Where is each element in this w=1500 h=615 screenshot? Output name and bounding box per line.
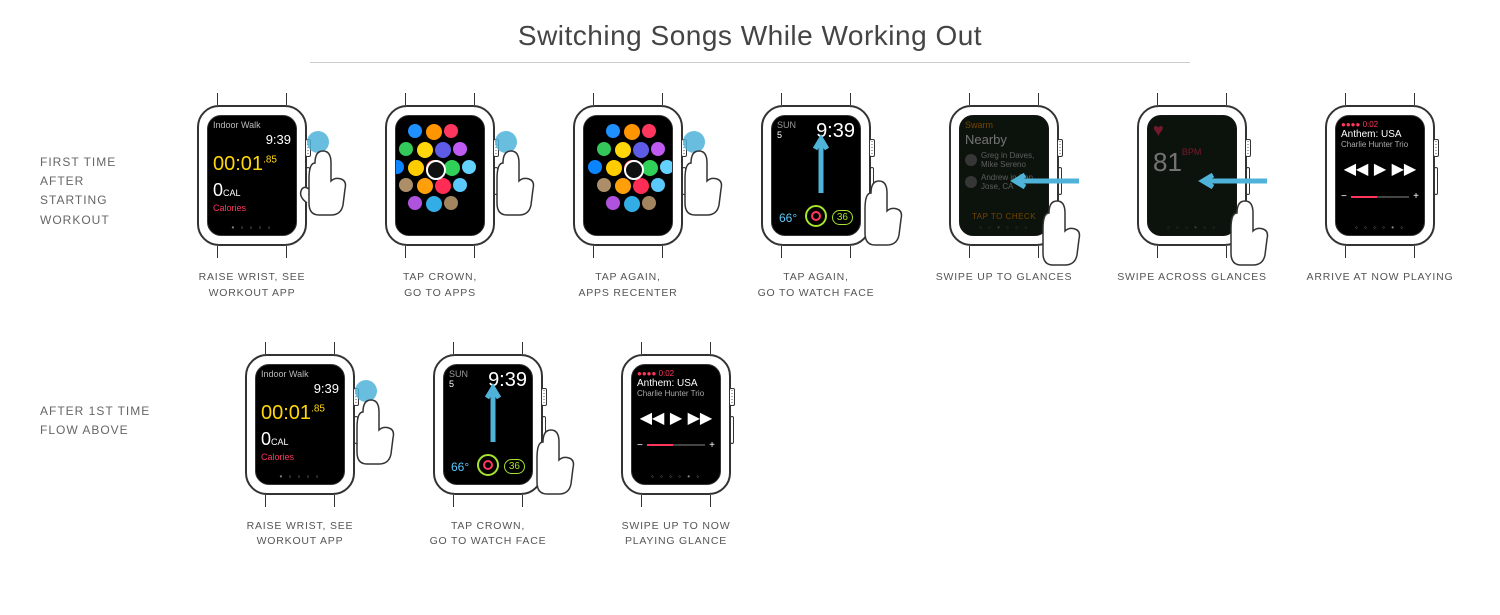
watch-frame bbox=[375, 93, 505, 258]
watch-frame: SUN5 9:39 66° 36 bbox=[423, 342, 553, 507]
step: SUN5 9:39 66° 36 TAP C bbox=[408, 342, 568, 551]
prev-icon: ◀◀ bbox=[1344, 159, 1369, 179]
workout-mode: Indoor Walk bbox=[213, 120, 291, 130]
vol-up-icon: + bbox=[1413, 191, 1419, 202]
step-caption: TAP AGAIN, APPS RECENTER bbox=[578, 270, 677, 302]
step-caption: TAP CROWN, GO TO APPS bbox=[403, 270, 477, 302]
elapsed-time: 00:01.85 bbox=[213, 153, 291, 176]
next-icon: ▶▶ bbox=[688, 408, 713, 428]
touch-indicator bbox=[683, 131, 705, 153]
step-caption: ARRIVE AT NOW PLAYING bbox=[1307, 270, 1454, 286]
side-button bbox=[306, 167, 310, 195]
play-icon: ▶ bbox=[1374, 159, 1386, 179]
next-icon: ▶▶ bbox=[1392, 159, 1417, 179]
watch-frame: Indoor Walk 9:39 00:01.85 0CAL Calories … bbox=[187, 93, 317, 258]
heart-icon: ♥ bbox=[1153, 120, 1231, 141]
watch-frame: ●●●● 0:02 Anthem: USA Charlie Hunter Tri… bbox=[611, 342, 741, 507]
prev-icon: ◀◀ bbox=[640, 408, 665, 428]
np-song: Anthem: USA bbox=[1341, 129, 1419, 140]
np-source: ●●●● 0:02 bbox=[1341, 120, 1419, 129]
step: Indoor Walk 9:39 00:01.85 0CAL Calories … bbox=[172, 93, 332, 302]
step-caption: TAP AGAIN, GO TO WATCH FACE bbox=[758, 270, 875, 302]
page-title: Switching Songs While Working Out bbox=[40, 20, 1460, 52]
vol-down-icon: − bbox=[1341, 191, 1347, 202]
divider bbox=[310, 62, 1190, 63]
watch-frame: Indoor Walk 9:39 00:01.85 0CAL Calories … bbox=[235, 342, 365, 507]
screen-apps bbox=[583, 115, 673, 236]
glance-header: Nearby bbox=[965, 132, 1043, 147]
step: ●●●● 0:02 Anthem: USA Charlie Hunter Tri… bbox=[596, 342, 756, 551]
step-caption: SWIPE UP TO GLANCES bbox=[936, 270, 1073, 286]
watch-frame bbox=[563, 93, 693, 258]
face-time: 9:39 bbox=[816, 120, 855, 143]
step: Swarm Nearby Greg in Daves,Mike Sereno A… bbox=[924, 93, 1084, 302]
screen-heart-glance: ♥ 81BPM ◦ ◦ ◦ • ◦ ◦ bbox=[1147, 115, 1237, 236]
volume-bar bbox=[1351, 196, 1409, 198]
flow-label: FIRST TIME AFTER STARTING WORKOUT bbox=[40, 93, 172, 230]
touch-indicator bbox=[355, 380, 377, 402]
activity-complication-icon bbox=[477, 454, 499, 476]
screen-now-playing: ●●●● 0:02 Anthem: USA Charlie Hunter Tri… bbox=[631, 364, 721, 485]
step: SUN5 9:39 66° 36 TAP A bbox=[736, 93, 896, 302]
screen-workout: Indoor Walk 9:39 00:01.85 0CAL Calories … bbox=[255, 364, 345, 485]
step: ♥ 81BPM ◦ ◦ ◦ • ◦ ◦ SWIPE ACROSS GLANCES bbox=[1112, 93, 1272, 302]
clock-time: 9:39 bbox=[213, 132, 291, 147]
step: TAP AGAIN, APPS RECENTER bbox=[548, 93, 708, 302]
step: TAP CROWN, GO TO APPS bbox=[360, 93, 520, 302]
temp-complication: 66° bbox=[779, 211, 797, 225]
calories-label: Calories bbox=[213, 203, 291, 213]
step-caption: TAP CROWN, GO TO WATCH FACE bbox=[430, 519, 547, 551]
heart-rate-value: 81BPM bbox=[1153, 147, 1231, 178]
watch-frame: ♥ 81BPM ◦ ◦ ◦ • ◦ ◦ bbox=[1127, 93, 1257, 258]
flow-after-first: AFTER 1ST TIME FLOW ABOVE Indoor Walk 9:… bbox=[40, 342, 1460, 551]
step-caption: RAISE WRIST, SEE WORKOUT APP bbox=[247, 519, 354, 551]
screen-watchface: SUN5 9:39 66° 36 bbox=[771, 115, 861, 236]
glance-app-name: Swarm bbox=[965, 120, 1043, 130]
step-caption: SWIPE UP TO NOW PLAYING GLANCE bbox=[622, 519, 731, 551]
step: ●●●● 0:02 Anthem: USA Charlie Hunter Tri… bbox=[1300, 93, 1460, 302]
touch-indicator bbox=[307, 131, 329, 153]
screen-apps bbox=[395, 115, 485, 236]
touch-indicator bbox=[495, 131, 517, 153]
screen-workout: Indoor Walk 9:39 00:01.85 0CAL Calories … bbox=[207, 115, 297, 236]
screen-swarm-glance: Swarm Nearby Greg in Daves,Mike Sereno A… bbox=[959, 115, 1049, 236]
play-icon: ▶ bbox=[670, 408, 682, 428]
step: Indoor Walk 9:39 00:01.85 0CAL Calories … bbox=[220, 342, 380, 551]
screen-now-playing: ●●●● 0:02 Anthem: USA Charlie Hunter Tri… bbox=[1335, 115, 1425, 236]
step-caption: SWIPE ACROSS GLANCES bbox=[1117, 270, 1267, 286]
np-artist: Charlie Hunter Trio bbox=[1341, 140, 1419, 149]
battery-complication: 36 bbox=[832, 210, 853, 225]
flow-label: AFTER 1ST TIME FLOW ABOVE bbox=[40, 342, 220, 440]
calories-value: 0CAL bbox=[213, 180, 291, 201]
face-date: SUN5 bbox=[777, 120, 796, 140]
step-caption: RAISE WRIST, SEE WORKOUT APP bbox=[199, 270, 306, 302]
watch-frame: ●●●● 0:02 Anthem: USA Charlie Hunter Tri… bbox=[1315, 93, 1445, 258]
flow-first-time: FIRST TIME AFTER STARTING WORKOUT Indoor… bbox=[40, 93, 1460, 302]
watch-frame: SUN5 9:39 66° 36 bbox=[751, 93, 881, 258]
watch-frame: Swarm Nearby Greg in Daves,Mike Sereno A… bbox=[939, 93, 1069, 258]
screen-watchface: SUN5 9:39 66° 36 bbox=[443, 364, 533, 485]
glance-cta: TAP TO CHECK bbox=[960, 212, 1048, 221]
activity-complication-icon bbox=[805, 205, 827, 227]
